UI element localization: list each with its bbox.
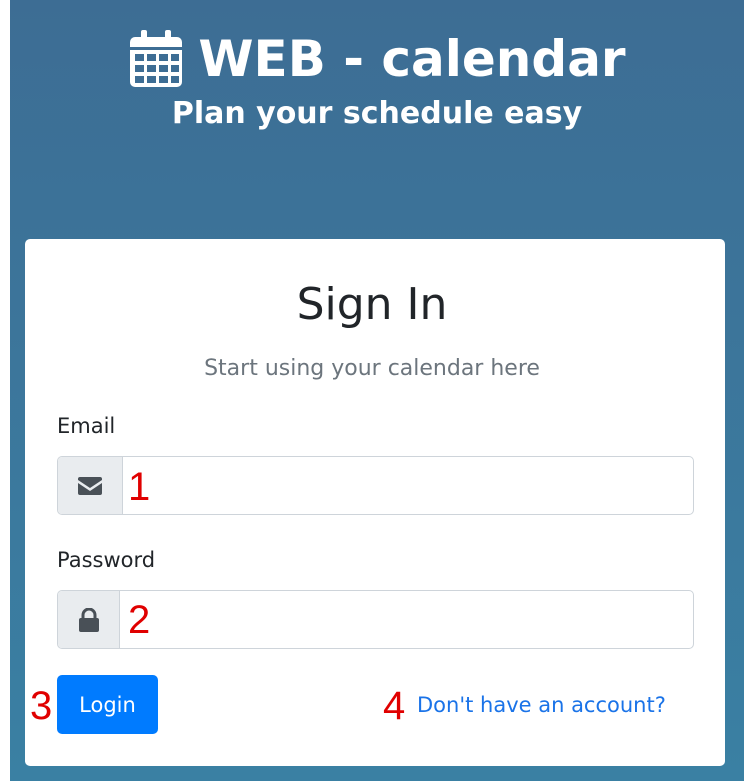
annotation-marker-2: 2 bbox=[128, 598, 151, 642]
password-input-group bbox=[57, 590, 694, 649]
signup-link[interactable]: Don't have an account? bbox=[417, 690, 666, 720]
lock-icon bbox=[58, 591, 120, 648]
annotation-marker-3: 3 bbox=[30, 684, 53, 728]
password-field[interactable] bbox=[120, 591, 693, 648]
calendar-icon bbox=[130, 30, 183, 87]
brand-title-row: WEB - calendar bbox=[10, 22, 744, 96]
app-tagline: Plan your schedule easy bbox=[171, 96, 583, 131]
app-title: WEB - calendar bbox=[198, 30, 626, 88]
login-button[interactable]: Login bbox=[57, 675, 158, 734]
email-field[interactable] bbox=[123, 457, 693, 514]
email-input-group bbox=[57, 456, 694, 515]
signin-title: Sign In bbox=[296, 279, 448, 330]
annotation-marker-1: 1 bbox=[128, 465, 151, 509]
signin-subtitle: Start using your calendar here bbox=[204, 356, 540, 381]
password-label: Password bbox=[57, 548, 156, 572]
brand-header: WEB - calendar Plan your schedule easy bbox=[10, 22, 744, 134]
email-label: Email bbox=[57, 414, 116, 438]
annotation-marker-4: 4 bbox=[383, 684, 406, 728]
envelope-icon bbox=[58, 457, 123, 514]
